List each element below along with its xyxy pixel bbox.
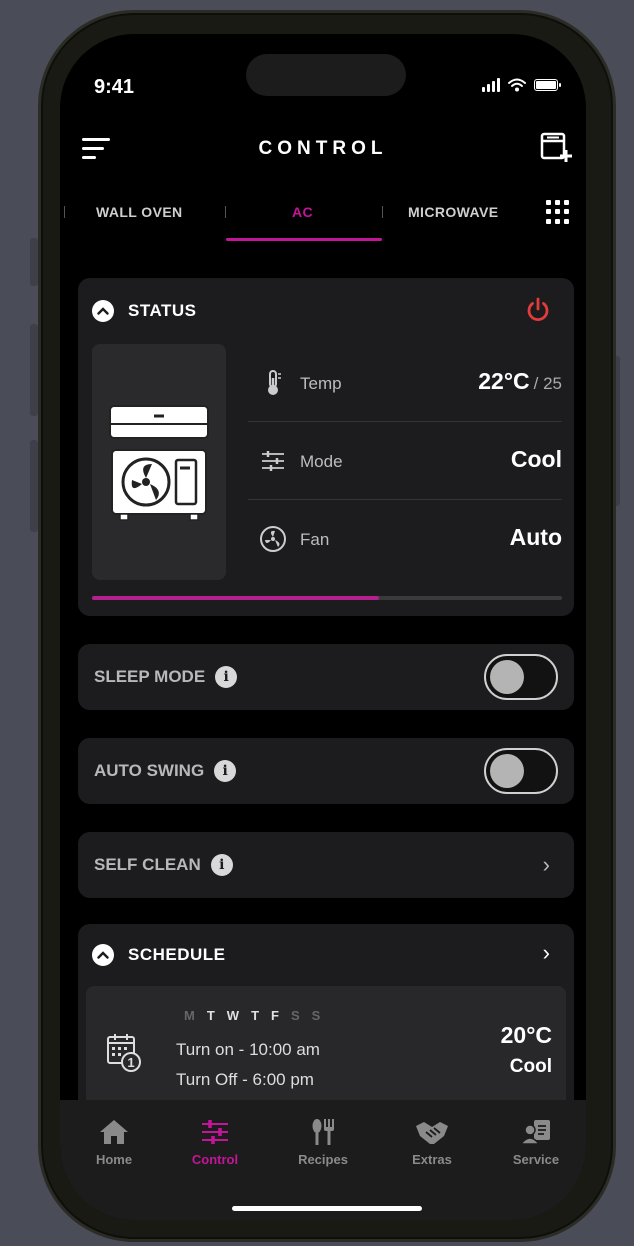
nav-service-label: Service [512,1152,560,1167]
schedule-chevron-right-icon[interactable]: › [543,940,550,966]
mode-value: Cool [510,446,562,472]
temp-label: Temp [300,374,342,393]
collapse-status-icon[interactable] [92,300,114,322]
top-bar: CONTROL [60,130,586,170]
nav-control[interactable]: Control [175,1118,255,1167]
schedule-day: T [251,1008,260,1023]
status-progress-fill [92,596,379,600]
svg-text:1: 1 [127,1055,134,1070]
status-title: STATUS [128,301,197,320]
toggle-knob [490,754,524,788]
schedule-days: MTWTFSS [184,1008,320,1023]
schedule-day: F [271,1008,279,1023]
phone-screen: 9:41 CONTROL WALL OVEN AC MICROWAVE STAT… [60,34,586,1220]
mode-row: Mode Cool [248,422,562,500]
sleep-mode-label-group: SLEEP MODE i [94,666,238,688]
nav-recipes[interactable]: Recipes [283,1118,363,1167]
tab-separator [382,206,383,218]
tab-microwave[interactable]: MICROWAVE [408,204,498,220]
calendar-icon: 1 [107,1034,141,1072]
active-tab-indicator [226,238,382,241]
status-icons [482,78,561,92]
collapse-schedule-icon[interactable] [92,944,114,966]
auto-swing-label-group: AUTO SWING i [94,760,237,782]
schedule-day: T [206,1008,215,1023]
fan-label: Fan [300,530,330,549]
temp-row: Temp 22°C/ 25 [248,344,562,422]
toggle-knob [490,660,524,694]
nav-extras[interactable]: Extras [392,1118,472,1167]
battery-icon [534,79,561,91]
schedule-temp: 20°C [500,1022,552,1048]
chevron-right-icon[interactable]: › [543,852,550,878]
status-card: STATUS Temp 22°C / 25 Mode Cool Fan Auto [78,278,574,616]
schedule-title: SCHEDULE [128,945,226,964]
status-time: 9:41 [94,76,135,98]
self-clean-row[interactable]: SELF CLEAN i › [78,832,574,898]
sleep-mode-info-icon[interactable]: i [215,666,238,688]
tab-separator [225,206,226,218]
page-title: CONTROL [258,138,388,159]
schedule-day: W [226,1008,240,1023]
tab-wall-oven[interactable]: WALL OVEN [96,204,183,220]
fan-icon [260,526,286,552]
cellular-signal-icon [482,78,500,92]
schedule-day: S [311,1008,321,1023]
all-appliances-grid-icon[interactable] [546,200,570,224]
sleep-mode-row: SLEEP MODE i [78,644,574,710]
utensils-icon [312,1119,334,1145]
self-clean-label: SELF CLEAN [94,855,201,874]
sleep-mode-label: SLEEP MODE [94,667,206,686]
control-icon [202,1120,228,1144]
auto-swing-toggle[interactable] [484,748,558,794]
nav-extras-label: Extras [412,1152,452,1167]
silent-switch [30,238,38,286]
fan-value: Auto [509,524,562,550]
schedule-turn-off: Turn Off - 6:00 pm [176,1070,314,1089]
sleep-mode-toggle[interactable] [484,654,558,700]
nav-home[interactable]: Home [74,1118,154,1167]
temp-target: / 25 [533,374,562,393]
power-icon[interactable] [524,296,552,324]
tab-ac[interactable]: AC [292,204,313,220]
dynamic-island [246,54,406,96]
tab-separator [64,206,65,218]
temp-value: 22°C/ 25 [478,368,562,395]
auto-swing-label: AUTO SWING [94,761,205,780]
mode-label: Mode [300,452,343,471]
bottom-navigation: Home Control Recipes Extras Service [60,1100,586,1220]
auto-swing-row: AUTO SWING i [78,738,574,804]
nav-home-label: Home [95,1152,133,1167]
wifi-icon [508,78,526,92]
temp-current: 22°C [478,368,530,394]
nav-control-label: Control [191,1152,239,1167]
schedule-day: S [290,1008,300,1023]
schedule-day: M [184,1008,195,1023]
self-clean-label-group: SELF CLEAN i [94,854,233,876]
volume-down-button [30,440,38,532]
schedule-turn-on: Turn on - 10:00 am [176,1040,320,1059]
home-icon [100,1120,128,1144]
self-clean-info-icon[interactable]: i [210,854,233,876]
nav-recipes-label: Recipes [298,1152,348,1167]
nav-service[interactable]: Service [496,1118,576,1167]
sliders-icon [262,451,284,471]
add-device-icon[interactable] [540,132,574,164]
appliance-tabs: WALL OVEN AC MICROWAVE [60,192,586,246]
service-icon [520,1120,550,1145]
handshake-icon [416,1122,448,1144]
thermometer-icon [268,370,281,395]
ac-unit-image [92,344,226,580]
home-indicator[interactable] [232,1206,422,1211]
schedule-mode: Cool [509,1056,552,1077]
volume-up-button [30,324,38,416]
fan-row: Fan Auto [248,500,562,578]
status-progress-bar [92,596,562,600]
auto-swing-info-icon[interactable]: i [214,760,237,782]
